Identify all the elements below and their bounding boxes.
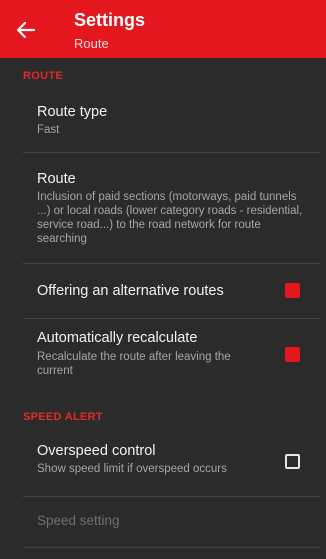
auto-recalculate-label: Automatically recalculate [37, 330, 198, 346]
route-description: Inclusion of paid sections (motorways, p… [37, 191, 303, 245]
route-type-label: Route type [37, 104, 108, 120]
speed-setting-label: Speed setting [37, 513, 120, 528]
app-bar: Settings Route [0, 0, 326, 58]
page-title: Settings [74, 10, 146, 30]
section-header-route: ROUTE [23, 70, 63, 82]
alternative-routes-label: Offering an alternative routes [37, 283, 224, 299]
route-setting[interactable]: Route Inclusion of paid sections (motorw… [0, 153, 326, 263]
auto-recalculate-setting[interactable]: Automatically recalculate Recalculate th… [0, 319, 326, 391]
alternative-routes-checkbox[interactable] [285, 283, 300, 298]
overspeed-control-description: Show speed limit if overspeed occurs [37, 463, 227, 475]
auto-recalculate-description: Recalculate the route after leaving the … [37, 351, 231, 377]
overspeed-control-label: Overspeed control [37, 443, 156, 459]
section-header-speed-alert: SPEED ALERT [23, 411, 103, 423]
route-type-value: Fast [37, 124, 60, 136]
overspeed-control-setting[interactable]: Overspeed control Show speed limit if ov… [0, 432, 326, 496]
auto-recalculate-checkbox[interactable] [285, 347, 300, 362]
page-subtitle: Route [74, 36, 109, 51]
speed-setting: Speed setting [0, 497, 326, 547]
alternative-routes-setting[interactable]: Offering an alternative routes [0, 264, 326, 318]
route-type-setting[interactable]: Route type Fast [0, 92, 326, 152]
overspeed-control-checkbox[interactable] [285, 454, 300, 469]
divider [23, 547, 320, 548]
route-label: Route [37, 171, 76, 187]
back-arrow-icon[interactable] [14, 18, 38, 42]
